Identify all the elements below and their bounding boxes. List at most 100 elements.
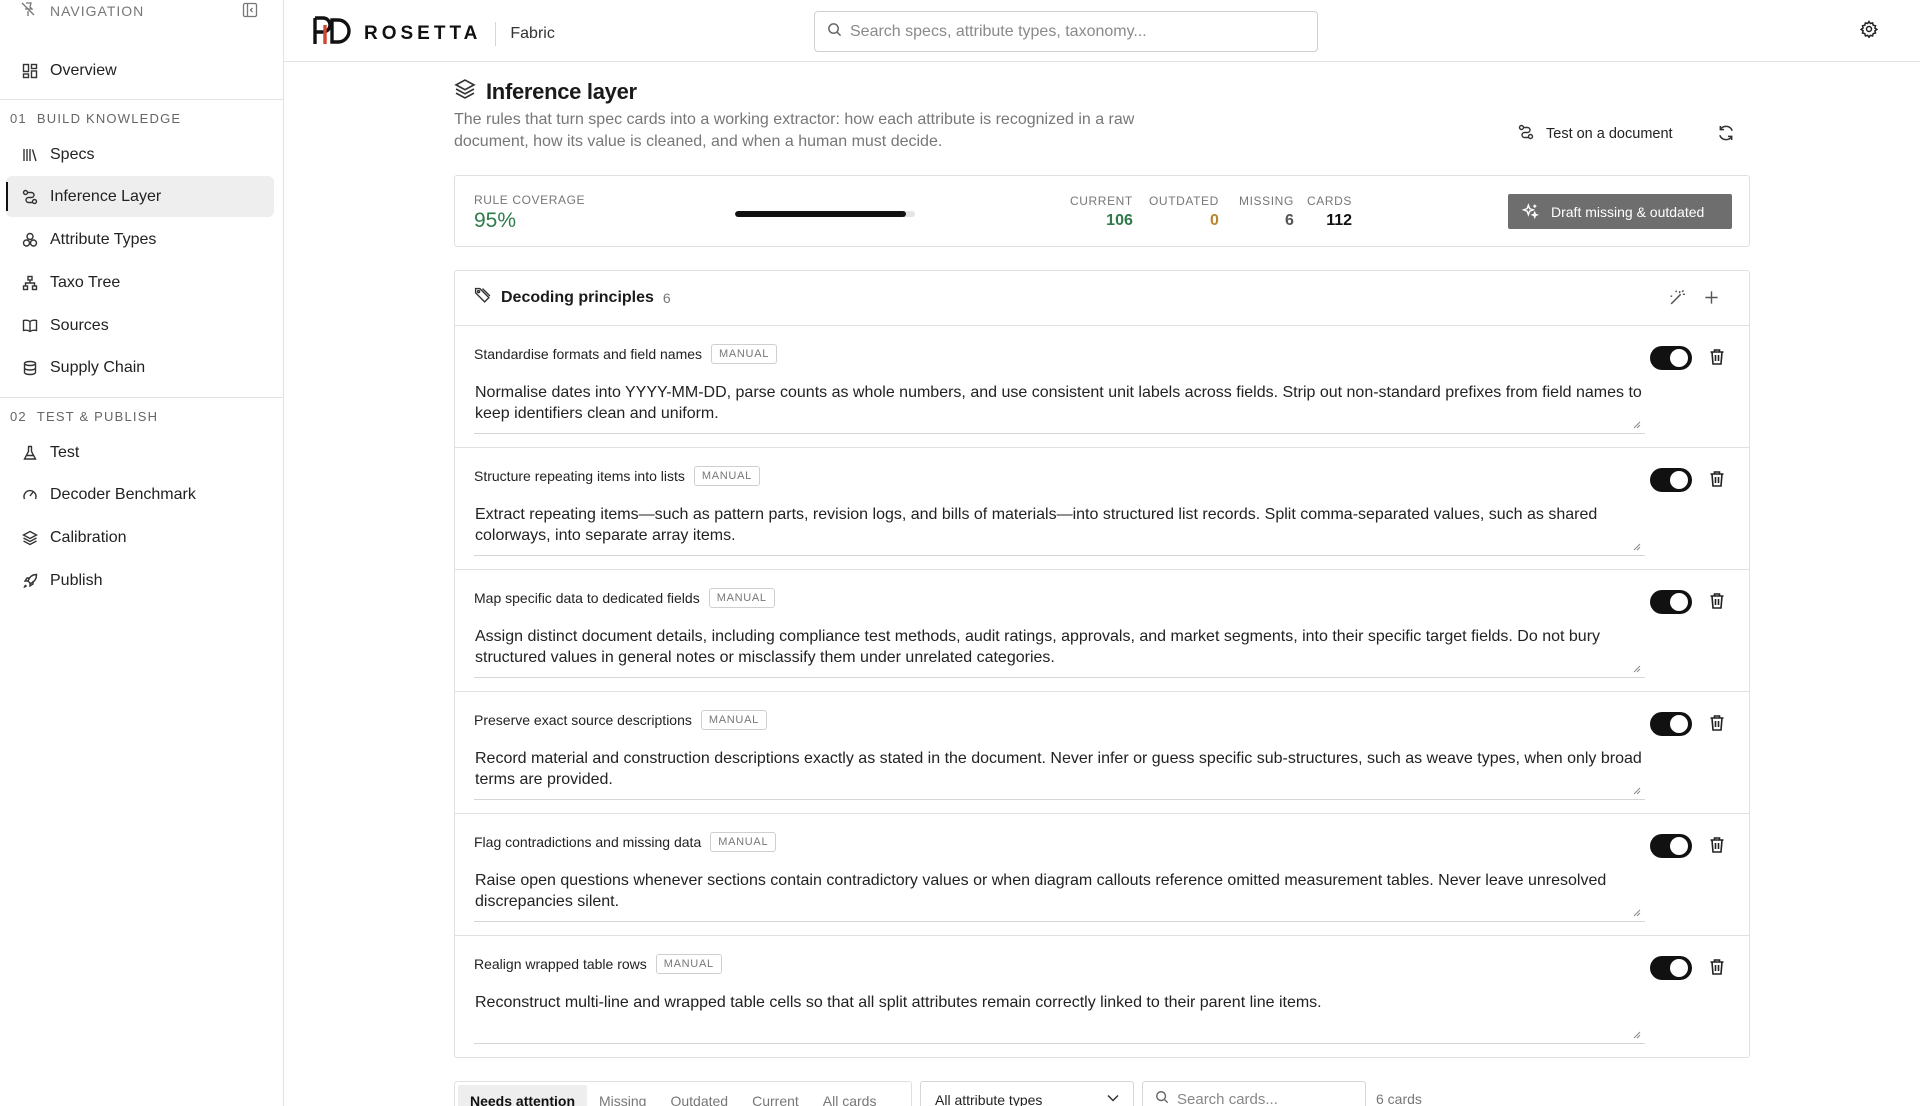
route-icon [1518,124,1534,144]
brand-separator [495,21,497,46]
sidebar-item-decoder-benchmark[interactable]: Decoder Benchmark [6,474,274,515]
sidebar-item-sources[interactable]: Sources [6,305,274,346]
tab-missing[interactable]: Missing [587,1085,658,1106]
principles-count: 6 [662,290,671,306]
tab-outdated[interactable]: Outdated [658,1085,740,1106]
sidebar-item-publish[interactable]: Publish [6,560,274,601]
card-search-input[interactable] [1177,1090,1357,1106]
nav-header-label: NAVIGATION [50,3,145,19]
grid-icon [20,61,40,81]
sidebar-item-specs[interactable]: Specs [6,134,274,175]
coverage-value: 95% [474,209,517,232]
cards-count: 6 cards [1376,1091,1422,1106]
page-title: Inference layer [454,78,637,105]
sidebar-divider [0,99,284,100]
collapse-sidebar-icon[interactable] [242,2,258,23]
manual-badge: MANUAL [655,954,722,974]
magic-wand-icon[interactable] [1669,289,1686,311]
trash-icon[interactable] [1709,836,1725,859]
workspace-name[interactable]: Fabric [510,25,554,43]
coverage-progress-bar [735,211,915,217]
tab-current[interactable]: Current [740,1085,811,1106]
stat-missing: MISSING 6 [1239,194,1294,229]
layers-icon [454,78,476,105]
tab-all-cards[interactable]: All cards [811,1085,889,1106]
attribute-type-select[interactable]: All attribute types [920,1081,1134,1106]
principle-row: Map specific data to dedicated fields MAN… [455,570,1749,692]
sidebar-item-overview[interactable]: Overview [6,50,274,91]
sidebar-item-calibration[interactable]: Calibration [6,517,274,558]
principle-textarea[interactable]: Record material and construction descrip… [474,742,1645,800]
pin-off-icon[interactable] [20,1,36,22]
sidebar-item-label: Specs [50,145,95,163]
coverage-progress-fill [735,211,906,217]
test-on-document-button[interactable]: Test on a document [1518,124,1673,144]
principle-textarea[interactable]: Normalise dates into YYYY-MM-DD, parse c… [474,376,1645,434]
gear-icon[interactable] [1859,20,1879,43]
nav-header: NAVIGATION [0,0,283,22]
flask-icon [20,443,40,463]
select-value: All attribute types [935,1092,1043,1106]
sidebar-item-label: Attribute Types [50,230,157,248]
principle-toggle[interactable] [1650,346,1692,370]
section-label-build: 01 BUILD KNOWLEDGE [10,111,182,126]
stat-current: CURRENT 106 [1070,194,1133,229]
sidebar-item-attribute-types[interactable]: Attribute Types [6,219,274,260]
global-search[interactable] [814,11,1318,52]
principle-row: Preserve exact source descriptions MANUAL… [455,692,1749,814]
gauge-icon [20,485,40,505]
resize-grip-icon [1633,1031,1641,1039]
shapes-icon [20,230,40,250]
test-on-document-label: Test on a document [1546,126,1673,142]
principle-textarea[interactable]: Extract repeating items—such as pattern … [474,498,1645,556]
database-icon [20,358,40,378]
principles-header: Decoding principles 6 [455,271,1749,326]
trash-icon[interactable] [1709,592,1725,615]
page-title-text: Inference layer [486,78,637,104]
tab-needs-attention[interactable]: Needs attention [458,1085,588,1106]
cards-filter-bar: Needs attention Missing Outdated Current… [454,1081,1422,1106]
sidebar-item-label: Test [50,443,80,461]
trash-icon[interactable] [1709,348,1725,371]
draft-button-label: Draft missing & outdated [1551,203,1705,220]
principle-name: Standardise formats and field names [474,346,703,362]
plus-icon[interactable] [1704,290,1719,310]
principle-name: Map specific data to dedicated fields [474,590,700,606]
search-icon [1155,1090,1169,1106]
refresh-icon[interactable] [1717,124,1735,147]
resize-grip-icon [1633,665,1641,673]
principle-name: Realign wrapped table rows [474,956,647,972]
trash-icon[interactable] [1709,958,1725,981]
principle-textarea[interactable]: Reconstruct multi-line and wrapped table… [474,986,1645,1044]
principle-toggle[interactable] [1650,956,1692,980]
manual-badge: MANUAL [700,710,767,730]
trash-icon[interactable] [1709,470,1725,493]
sidebar-item-supply-chain[interactable]: Supply Chain [6,347,274,388]
sidebar-item-label: Decoder Benchmark [50,485,196,503]
principle-toggle[interactable] [1650,712,1692,736]
sidebar-item-label: Publish [50,571,103,589]
resize-grip-icon [1633,787,1641,795]
principle-textarea[interactable]: Raise open questions whenever sections c… [474,864,1645,922]
manual-badge: MANUAL [711,344,778,364]
tree-icon [20,273,40,293]
sidebar-item-test[interactable]: Test [6,432,274,473]
coverage-label: RULE COVERAGE [474,193,586,207]
brand-name: ROSETTA [364,22,482,44]
principle-textarea[interactable]: Assign distinct document details, includ… [474,620,1645,678]
section-label-test: 02 TEST & PUBLISH [10,409,159,424]
principle-toggle[interactable] [1650,468,1692,492]
stat-cards: CARDS 112 [1307,194,1353,229]
card-search[interactable] [1142,1081,1366,1106]
draft-missing-outdated-button[interactable]: Draft missing & outdated [1508,194,1732,229]
sidebar-item-label: Calibration [50,528,127,546]
resize-grip-icon [1633,909,1641,917]
search-input[interactable] [850,22,1290,41]
trash-icon[interactable] [1709,714,1725,737]
brand[interactable]: ROSETTA Fabric [312,16,555,51]
principle-toggle[interactable] [1650,590,1692,614]
principle-toggle[interactable] [1650,834,1692,858]
sidebar-item-taxo-tree[interactable]: Taxo Tree [6,262,274,303]
rule-coverage-card: RULE COVERAGE 95% CURRENT 106 OUTDATED 0… [454,175,1750,247]
sidebar-item-inference-layer[interactable]: Inference Layer [6,176,274,217]
